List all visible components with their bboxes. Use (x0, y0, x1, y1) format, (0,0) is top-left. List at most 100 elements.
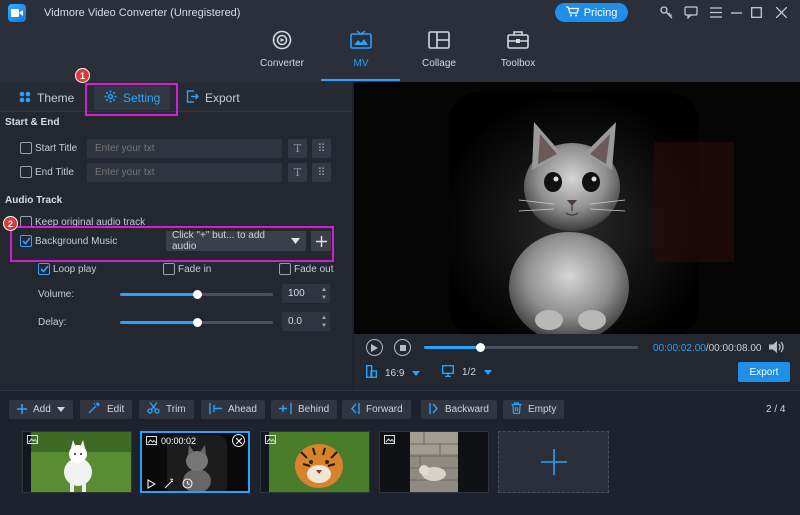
tiger-thumbnail-image (261, 432, 369, 492)
nav-collage-label: Collage (422, 58, 456, 69)
background-music-checkbox[interactable] (20, 235, 32, 247)
delay-value-field[interactable]: 0.0 (282, 312, 318, 331)
forward-label: Forward (366, 404, 403, 415)
monitor-icon (441, 364, 455, 380)
nav-mv[interactable]: MV (322, 30, 400, 80)
clip-effect-icon[interactable] (164, 478, 175, 491)
dog-thumbnail-image (23, 432, 131, 492)
text-font-icon: T (293, 142, 302, 155)
add-audio-button[interactable] (311, 231, 331, 251)
tab-theme[interactable]: Theme (19, 86, 74, 110)
start-title-font-button[interactable]: T (288, 139, 307, 158)
nav-active-indicator (321, 79, 400, 81)
page-counter: 2 / 4 (766, 404, 786, 415)
plus-icon (315, 235, 327, 247)
nav-converter[interactable]: Converter (243, 30, 321, 80)
start-title-checkbox[interactable] (20, 142, 32, 154)
clip-thumbnail[interactable] (260, 431, 370, 493)
start-end-heading: Start & End (5, 117, 60, 128)
tab-export[interactable]: Export (186, 86, 240, 110)
nav-toolbox[interactable]: Toolbox (479, 30, 557, 80)
minimize-icon[interactable] (727, 3, 745, 21)
start-title-input[interactable] (87, 139, 282, 158)
delay-label: Delay: (38, 317, 67, 328)
annotation-badge-2: 2 (3, 216, 18, 231)
volume-stepper[interactable]: ▲ ▼ (318, 284, 330, 303)
trim-button[interactable]: Trim (139, 400, 194, 419)
menu-icon[interactable] (707, 3, 725, 21)
caret-down-icon (56, 404, 65, 415)
chevron-right-icon (429, 402, 439, 417)
add-button[interactable]: Add (9, 400, 73, 419)
volume-slider-fill (120, 293, 197, 296)
nav-collage[interactable]: Collage (400, 30, 478, 80)
aspect-ratio-select[interactable]: 16:9 (365, 364, 421, 381)
toolbox-icon (507, 30, 529, 53)
mv-icon (350, 30, 372, 53)
end-title-input[interactable] (87, 163, 282, 182)
scissors-icon (147, 402, 160, 417)
add-clip-button[interactable] (498, 431, 609, 493)
clip-thumbnail[interactable] (22, 431, 132, 493)
tab-setting[interactable]: Setting (94, 86, 171, 110)
divider (0, 390, 800, 391)
image-type-icon (27, 435, 38, 447)
loop-play-checkbox[interactable] (38, 263, 50, 275)
timeline-handle[interactable] (476, 343, 485, 352)
delay-slider-fill (120, 321, 197, 324)
cat-preview-image (354, 82, 800, 334)
key-icon[interactable] (657, 3, 675, 21)
export-icon (186, 90, 199, 106)
backward-button[interactable]: Backward (421, 400, 497, 419)
ahead-button[interactable]: Ahead (201, 400, 265, 419)
stop-icon (399, 344, 406, 351)
image-type-icon (265, 435, 276, 447)
audio-track-heading: Audio Track (5, 195, 63, 206)
end-title-grid-button[interactable]: ⠿ (312, 163, 331, 182)
pricing-button[interactable]: Pricing (555, 3, 628, 22)
current-time: 00:00:02.00 (653, 343, 706, 354)
volume-slider-handle[interactable] (193, 290, 202, 299)
edit-button[interactable]: Edit (80, 400, 133, 419)
zoom-select[interactable]: 1/2 (441, 364, 492, 380)
remove-clip-button[interactable] (232, 434, 245, 447)
background-music-select[interactable]: Click "+" but... to add audio (166, 230, 306, 252)
fade-in-checkbox[interactable] (163, 263, 175, 275)
play-button[interactable] (366, 339, 383, 356)
feedback-icon[interactable] (682, 3, 700, 21)
delay-slider-handle[interactable] (193, 318, 202, 327)
timeline-progress (424, 346, 480, 349)
checkmark-icon (21, 237, 31, 245)
delay-stepper[interactable]: ▲ ▼ (318, 312, 330, 331)
volume-value-field[interactable]: 100 (282, 284, 318, 303)
nav-toolbox-label: Toolbox (500, 58, 536, 69)
chevron-left-icon (350, 402, 360, 417)
plus-icon (540, 449, 567, 475)
annotation-badge-1: 1 (75, 68, 90, 83)
clip-duration-icon[interactable] (182, 478, 193, 491)
fade-out-checkbox[interactable] (279, 263, 291, 275)
caret-down-icon (291, 236, 300, 247)
close-icon[interactable] (772, 3, 790, 21)
clip-time: 00:00:02 (161, 436, 197, 446)
behind-button[interactable]: Behind (271, 400, 338, 419)
plus-icon (17, 403, 27, 417)
fade-out-label: Fade out (294, 264, 334, 275)
maximize-icon[interactable] (747, 3, 765, 21)
clip-play-icon[interactable] (147, 479, 157, 491)
clip-thumbnail-selected[interactable]: 00:00:02 (140, 431, 250, 493)
clip-thumbnail[interactable] (379, 431, 489, 493)
ahead-label: Ahead (228, 404, 257, 415)
forward-button[interactable]: Forward (342, 400, 411, 419)
start-title-grid-button[interactable]: ⠿ (312, 139, 331, 158)
empty-button[interactable]: Empty (503, 400, 565, 419)
stop-button[interactable] (394, 339, 411, 356)
tab-export-label: Export (205, 91, 240, 105)
export-button[interactable]: Export (738, 362, 790, 382)
volume-icon[interactable] (768, 340, 784, 357)
grid-dots-icon: ⠿ (317, 167, 326, 179)
end-title-checkbox[interactable] (20, 166, 32, 178)
add-label: Add (33, 404, 51, 415)
end-title-font-button[interactable]: T (288, 163, 307, 182)
play-icon (371, 343, 378, 352)
